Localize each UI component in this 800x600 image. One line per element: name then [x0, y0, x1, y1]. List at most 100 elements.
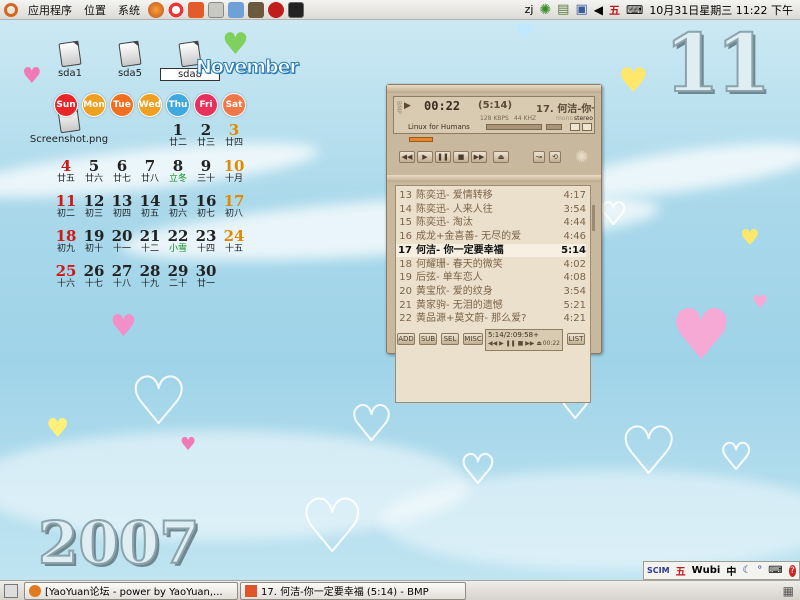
- taskbar-item-browser[interactable]: [YaoYuan论坛 - power by YaoYuan,...: [24, 581, 238, 600]
- calendar-lunar-date: 十四: [196, 244, 215, 254]
- playlist-row[interactable]: 15 陈奕迅- 淘汰 4:44: [396, 216, 586, 229]
- playlist-row[interactable]: 16 成龙+金喜善- 无尽的爱 4:46: [396, 230, 586, 243]
- playlist-titlebar[interactable]: [387, 175, 601, 182]
- firefox-icon[interactable]: [148, 1, 164, 18]
- lifebuoy-icon[interactable]: [168, 1, 184, 18]
- calendar-lunar-date: 廿四: [224, 138, 243, 148]
- calendar-day-number: 1: [172, 121, 184, 139]
- playlist-row[interactable]: 13 陈奕迅- 爱情转移 4:17: [396, 189, 586, 202]
- playlist-sel-button[interactable]: SEL: [441, 333, 459, 345]
- balance-slider[interactable]: [546, 124, 562, 130]
- desktop-icon-sda1[interactable]: sda1: [40, 40, 100, 79]
- track-title-scroller[interactable]: 17. 何洁-你一: [536, 100, 594, 115]
- user-name[interactable]: zj: [525, 3, 534, 16]
- system-menu[interactable]: 系统: [112, 2, 146, 18]
- elapsed-time[interactable]: 00:22: [424, 99, 460, 113]
- trash-icon[interactable]: ▦: [783, 584, 794, 598]
- scim-logo[interactable]: SCIM: [647, 566, 670, 575]
- calendar-day: 10 十月: [221, 158, 247, 184]
- drive-icon: [58, 40, 82, 68]
- playlist-sub-button[interactable]: SUB: [419, 333, 437, 345]
- gear-icon[interactable]: ✺: [575, 147, 588, 166]
- places-menu[interactable]: 位置: [78, 2, 112, 18]
- player-display: BMP ▶ 00:22 (5:14) 17. 何洁-你一 128 KBPS 44…: [393, 96, 595, 134]
- half-width-icon[interactable]: ☾: [742, 565, 751, 576]
- repeat-button[interactable]: ⟲: [549, 151, 561, 163]
- ubuntu-logo-icon[interactable]: [4, 2, 18, 17]
- taskbar-item-bmp[interactable]: 17. 何洁-你一定要幸福 (5:14) - BMP: [240, 581, 466, 600]
- playlist-row[interactable]: 14 陈奕迅- 人来人往 3:54: [396, 203, 586, 216]
- play-indicator-icon: ▶: [404, 101, 411, 111]
- playlist-add-button[interactable]: ADD: [397, 333, 415, 345]
- player-titlebar[interactable]: [387, 85, 601, 93]
- playlist-row[interactable]: 17 何洁- 你一定要幸福 5:14: [396, 243, 586, 257]
- calendar-day: 7 廿八: [137, 158, 163, 184]
- track-duration: 3:54: [563, 285, 586, 297]
- calendar-day: 12 初三: [81, 193, 107, 219]
- playlist-list-button[interactable]: LIST: [567, 333, 585, 345]
- desktop-icon-label: sda1: [57, 68, 83, 79]
- mini-controls-icon[interactable]: ◀◀ ▶ ❚❚ ■ ▶▶ ⏏: [488, 340, 542, 347]
- shuffle-button[interactable]: ↝: [533, 151, 545, 163]
- previous-button[interactable]: ◀◀: [399, 151, 415, 163]
- panel-clock[interactable]: 10月31日星期三 11:22 下午: [649, 2, 793, 18]
- calendar-day-number: 18: [55, 227, 77, 245]
- calendar-day: 20 十一: [109, 228, 135, 254]
- eject-button[interactable]: ⏏: [493, 151, 509, 163]
- pl-toggle[interactable]: [582, 123, 592, 131]
- calendar-lunar-date: 十一: [112, 244, 131, 254]
- stop-button[interactable]: ■: [453, 151, 469, 163]
- calendar-lunar-date: 廿二: [168, 138, 187, 148]
- monitor-icon[interactable]: ▣: [575, 2, 587, 17]
- sample-rate: 44 KHZ: [514, 115, 537, 122]
- playlist-scrollbar[interactable]: [592, 205, 595, 231]
- desktop-icon-sda5[interactable]: sda5: [100, 40, 160, 79]
- playlist-row[interactable]: 22 黄品源+莫文蔚- 那么爱? 4:21: [396, 312, 586, 325]
- volume-icon[interactable]: ◀: [594, 3, 603, 17]
- seek-bar[interactable]: [409, 137, 433, 142]
- play-button[interactable]: ▶: [417, 151, 433, 163]
- ime-method[interactable]: Wubi: [692, 565, 721, 576]
- gimp-icon[interactable]: [248, 1, 264, 18]
- calendar-day: 18 初九: [53, 228, 79, 254]
- applications-menu[interactable]: 应用程序: [22, 2, 78, 18]
- show-desktop-icon[interactable]: [4, 583, 18, 598]
- calendar-day-number: 5: [88, 157, 100, 175]
- desktop-icon-label: sda5: [117, 68, 143, 79]
- track-duration: 5:14: [561, 244, 586, 256]
- keyboard-icon[interactable]: ⌨: [768, 565, 782, 576]
- eq-toggle[interactable]: [570, 123, 580, 131]
- gear-icon[interactable]: ✺: [539, 2, 551, 18]
- playlist-row[interactable]: 19 后弦- 单车恋人 4:08: [396, 271, 586, 284]
- ime-indicator[interactable]: 五: [609, 2, 620, 18]
- keyboard-icon[interactable]: ⌨: [626, 3, 643, 17]
- help-icon[interactable]: ?: [788, 564, 796, 577]
- punctuation-icon[interactable]: °: [757, 565, 762, 576]
- calendar-day-number: 3: [228, 121, 240, 139]
- calendar-day: 5 廿六: [81, 158, 107, 184]
- bitrate: 128 KBPS: [480, 115, 509, 122]
- calculator-icon[interactable]: [208, 1, 224, 18]
- ime-language[interactable]: 中: [726, 563, 736, 578]
- track-number: 22: [399, 313, 412, 325]
- terminal-icon[interactable]: [288, 1, 304, 18]
- calendar-lunar-date: 初四: [112, 209, 131, 219]
- notes-icon[interactable]: ▤: [557, 2, 569, 17]
- volume-slider[interactable]: [486, 124, 542, 130]
- pause-button[interactable]: ❚❚: [435, 151, 451, 163]
- calendar-day-number: 19: [83, 227, 105, 245]
- weekday-sat: Sat: [222, 93, 246, 117]
- calendar-lunar-date: 初三: [84, 209, 103, 219]
- ime-mode[interactable]: 五: [676, 563, 686, 578]
- calendar-lunar-date: 初二: [56, 209, 75, 219]
- playlist-row[interactable]: 18 何耀珊- 春天的微笑 4:02: [396, 258, 586, 271]
- network-icon[interactable]: [188, 1, 204, 18]
- red-app-icon[interactable]: [268, 1, 284, 18]
- track-title: 后弦- 单车恋人: [416, 272, 483, 284]
- weekday-tue: Tue: [110, 93, 134, 117]
- playlist-misc-button[interactable]: MISC: [463, 333, 483, 345]
- playlist-row[interactable]: 21 黄家驹- 无泪的遗憾 5:21: [396, 299, 586, 312]
- next-button[interactable]: ▶▶: [471, 151, 487, 163]
- image-viewer-icon[interactable]: [228, 1, 244, 18]
- playlist-row[interactable]: 20 黄宝欣- 爱的纹身 3:54: [396, 285, 586, 298]
